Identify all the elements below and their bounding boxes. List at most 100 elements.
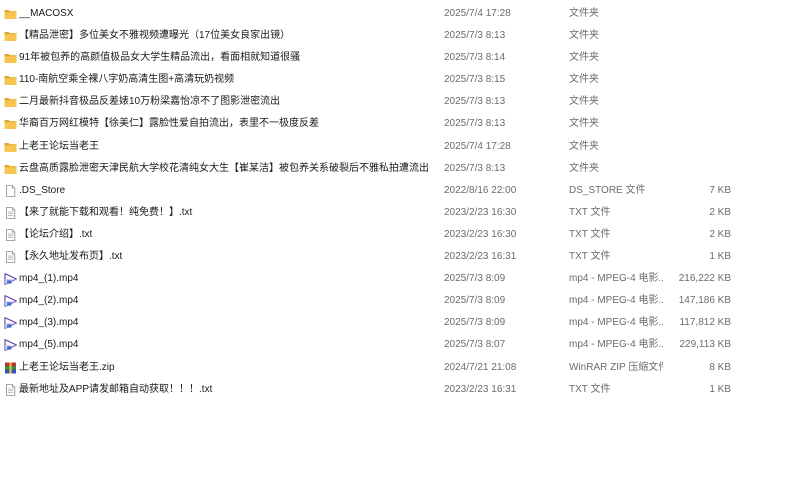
file-name: mp4_(5).mp4 [19,339,79,351]
file-name: mp4_(2).mp4 [19,295,79,307]
file-name: __MACOSX [19,8,74,19]
file-size: 8 KB [709,361,731,373]
file-modified-date: 2023/2/23 16:30 [444,228,517,240]
file-modified-date: 2023/2/23 16:31 [444,383,517,395]
folder-icon [4,74,17,86]
file-name: mp4_(3).mp4 [19,317,79,329]
file-modified-date: 2022/8/16 22:00 [444,184,517,196]
winrar-archive-icon [4,362,17,374]
file-name: 云盘高质露脸泄密天津民航大学校花清纯女大生【崔某洁】被包养关系破裂后不雅私拍遭流… [19,162,429,174]
folder-icon [4,163,17,175]
file-row[interactable]: __MACOSX 2025/7/4 17:28 文件夹 [0,3,800,25]
file-modified-date: 2023/2/23 16:31 [444,251,517,263]
file-type: WinRAR ZIP 压缩文件 [569,361,663,373]
file-name: 【论坛介绍】.txt [19,228,93,240]
file-type: TXT 文件 [569,383,611,395]
file-modified-date: 2025/7/3 8:09 [444,317,506,329]
file-size: 7 KB [709,184,731,196]
file-size: 1 KB [709,251,731,263]
file-name: 最新地址及APP请发邮箱自动获取！！！.txt [19,383,213,395]
file-list: __MACOSX 2025/7/4 17:28 文件夹 【精品泄密】多位美女不雅视频… [0,3,800,401]
file-modified-date: 2025/7/4 17:28 [444,8,511,19]
file-name: 二月最新抖音极品反差婊10万粉梁嘉怡凉不了图影泄密流出 [19,96,281,108]
file-size: 147,186 KB [678,295,731,307]
file-row[interactable]: 二月最新抖音极品反差婊10万粉梁嘉怡凉不了图影泄密流出 2025/7/3 8:13… [0,91,800,113]
file-icon [4,184,17,197]
file-type: TXT 文件 [569,206,611,218]
file-type: TXT 文件 [569,228,611,240]
file-type: mp4 - MPEG-4 电影... [569,273,663,285]
file-row[interactable]: 上老王论坛当老王 2025/7/4 17:28 文件夹 [0,136,800,158]
file-type: 文件夹 [569,96,599,108]
file-modified-date: 2025/7/3 8:15 [444,74,506,86]
file-type: 文件夹 [569,140,599,152]
folder-icon [4,118,17,130]
file-type: mp4 - MPEG-4 电影... [569,339,663,351]
video-file-icon [4,317,17,330]
file-name: 【精品泄密】多位美女不雅视频遭曝光（17位美女良家出镜） [19,30,291,42]
file-type: 文件夹 [569,74,599,86]
file-modified-date: 2025/7/3 8:13 [444,96,506,108]
file-row[interactable]: 最新地址及APP请发邮箱自动获取！！！.txt 2023/2/23 16:31 TX… [0,379,800,401]
video-file-icon [4,339,17,352]
file-row[interactable]: 【永久地址发布页】.txt 2023/2/23 16:31 TXT 文件 1 KB [0,246,800,268]
text-file-icon [4,383,17,396]
file-name: 上老王论坛当老王 [19,140,99,152]
file-modified-date: 2025/7/4 17:28 [444,140,511,152]
file-row[interactable]: mp4_(3).mp4 2025/7/3 8:09 mp4 - MPEG-4 电影.… [0,312,800,334]
file-type: mp4 - MPEG-4 电影... [569,295,663,307]
file-type: 文件夹 [569,8,599,19]
folder-icon [4,8,17,20]
file-row[interactable]: .DS_Store 2022/8/16 22:00 DS_STORE 文件 7 KB [0,180,800,202]
file-name: 91年被包养的高颜值极品女大学生精品流出，看面相就知道很骚 [19,52,301,64]
video-file-icon [4,273,17,286]
file-modified-date: 2025/7/3 8:09 [444,273,506,285]
file-size: 229,113 KB [679,339,731,351]
file-name: mp4_(1).mp4 [19,273,79,285]
file-size: 1 KB [709,383,731,395]
file-modified-date: 2025/7/3 8:13 [444,30,506,42]
text-file-icon [4,229,17,241]
file-type: 文件夹 [569,30,599,42]
file-row[interactable]: 上老王论坛当老王.zip 2024/7/21 21:08 WinRAR ZIP 压缩… [0,357,800,379]
file-type: DS_STORE 文件 [569,184,646,196]
file-type: 文件夹 [569,162,599,174]
file-modified-date: 2025/7/3 8:13 [444,118,506,130]
file-type: 文件夹 [569,118,599,130]
file-name: 110-南航空乘全裸八字奶高清生图+高清玩奶视频 [19,74,235,86]
text-file-icon [4,206,17,219]
file-name: 【永久地址发布页】.txt [19,251,123,263]
file-size: 117,812 KB [679,317,731,329]
file-name: .DS_Store [19,184,66,196]
file-row[interactable]: mp4_(1).mp4 2025/7/3 8:09 mp4 - MPEG-4 电影.… [0,268,800,290]
folder-icon [4,52,17,64]
file-modified-date: 2025/7/3 8:14 [444,52,506,64]
file-row[interactable]: 云盘高质露脸泄密天津民航大学校花清纯女大生【崔某洁】被包养关系破裂后不雅私拍遭流… [0,158,800,180]
file-row[interactable]: mp4_(2).mp4 2025/7/3 8:09 mp4 - MPEG-4 电影.… [0,290,800,312]
file-type: 文件夹 [569,52,599,64]
video-file-icon [4,295,17,308]
file-modified-date: 2025/7/3 8:09 [444,295,506,307]
folder-icon [4,141,17,153]
file-row[interactable]: 【论坛介绍】.txt 2023/2/23 16:30 TXT 文件 2 KB [0,224,800,246]
file-name: 上老王论坛当老王.zip [19,361,115,373]
text-file-icon [4,251,17,263]
file-name: 华裔百万网红模特【徐美仁】露脸性爱自拍流出，表里不一极度反差 [19,118,319,130]
file-modified-date: 2024/7/21 21:08 [444,361,517,373]
file-type: mp4 - MPEG-4 电影... [569,317,663,329]
file-row[interactable]: 华裔百万网红模特【徐美仁】露脸性爱自拍流出，表里不一极度反差 2025/7/3 8… [0,113,800,135]
file-size: 2 KB [709,206,731,218]
file-name: 【来了就能下载和观看！纯免费！】.txt [19,206,193,218]
file-size: 216,222 KB [678,273,731,285]
folder-icon [4,96,17,108]
file-row[interactable]: 91年被包养的高颜值极品女大学生精品流出，看面相就知道很骚 2025/7/3 8:… [0,47,800,69]
file-row[interactable]: 【精品泄密】多位美女不雅视频遭曝光（17位美女良家出镜） 2025/7/3 8:1… [0,25,800,47]
file-size: 2 KB [709,228,731,240]
file-type: TXT 文件 [569,251,611,263]
file-row[interactable]: 110-南航空乘全裸八字奶高清生图+高清玩奶视频 2025/7/3 8:15 文件夹 [0,69,800,91]
folder-icon [4,30,17,42]
file-row[interactable]: mp4_(5).mp4 2025/7/3 8:07 mp4 - MPEG-4 电影.… [0,334,800,356]
file-modified-date: 2023/2/23 16:30 [444,206,517,218]
file-modified-date: 2025/7/3 8:13 [444,162,506,174]
file-row[interactable]: 【来了就能下载和观看！纯免费！】.txt 2023/2/23 16:30 TXT 文… [0,202,800,224]
